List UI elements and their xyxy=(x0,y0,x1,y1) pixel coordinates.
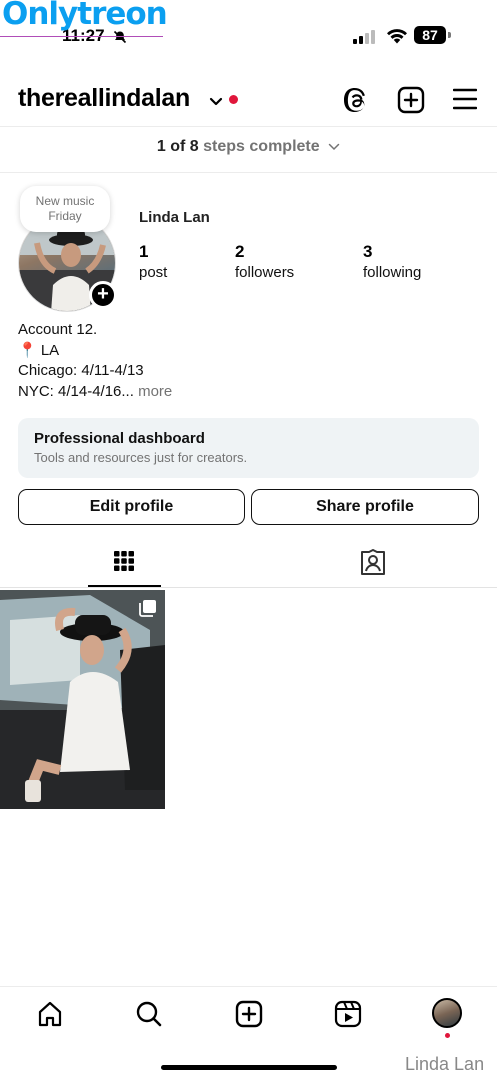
profile-header: thereallindalan xyxy=(0,80,497,120)
note-line-1: New music xyxy=(35,194,95,208)
watermark-text: Onlytreon xyxy=(2,0,168,32)
steps-divider xyxy=(0,172,497,173)
posts-count: 1 xyxy=(139,242,149,261)
bio-more-link[interactable]: more xyxy=(138,383,172,400)
battery-level: 87 xyxy=(414,26,446,44)
note-line-2: Friday xyxy=(48,209,82,223)
username-switcher[interactable]: thereallindalan xyxy=(18,84,190,113)
edit-profile-button[interactable]: Edit profile xyxy=(18,489,245,525)
wifi-icon xyxy=(386,27,408,49)
dashboard-title: Professional dashboard xyxy=(34,430,205,447)
notification-dot xyxy=(229,95,238,104)
professional-dashboard[interactable]: Professional dashboard Tools and resourc… xyxy=(18,418,479,478)
following-label: following xyxy=(363,264,422,281)
reels-icon[interactable] xyxy=(334,1000,362,1033)
bottom-navigation: Linda Lan xyxy=(0,986,497,1080)
search-icon[interactable] xyxy=(135,1000,163,1033)
steps-progress[interactable]: 1 of 8 steps complete xyxy=(0,138,497,156)
following-stat[interactable]: 3 following xyxy=(363,242,421,281)
bio-line-last: NYC: 4/14-4/16... more xyxy=(18,382,172,403)
post-thumbnail[interactable] xyxy=(0,590,165,809)
bio-line: 📍 LA xyxy=(18,341,60,359)
bio: Account 12. 📍 LA Chicago: 4/11-4/13 NYC:… xyxy=(18,320,172,402)
following-count: 3 xyxy=(363,242,373,261)
tabs-divider xyxy=(0,587,497,588)
posts-stat[interactable]: 1 post xyxy=(139,242,167,281)
profile-notification-dot xyxy=(445,1033,450,1038)
home-icon[interactable] xyxy=(36,1000,64,1033)
followers-stat[interactable]: 2 followers xyxy=(235,242,294,281)
signature-watermark: Linda Lan xyxy=(405,1054,485,1074)
bio-line: Chicago: 4/11-4/13 xyxy=(18,362,144,379)
share-profile-button[interactable]: Share profile xyxy=(251,489,479,525)
followers-count: 2 xyxy=(235,242,245,261)
watermark-underline xyxy=(0,36,163,37)
steps-count: 1 of 8 xyxy=(156,138,199,156)
bio-line: Account 12. xyxy=(18,321,98,338)
create-post-icon[interactable] xyxy=(397,86,425,119)
threads-icon[interactable] xyxy=(344,86,370,119)
add-story-button[interactable]: + xyxy=(89,281,117,309)
followers-label: followers xyxy=(235,264,295,281)
note-bubble[interactable]: New music Friday xyxy=(20,186,110,232)
dashboard-subtitle: Tools and resources just for creators. xyxy=(34,450,248,465)
hamburger-menu-icon[interactable] xyxy=(452,88,478,115)
watermark: Onlytreon xyxy=(0,0,168,38)
chevron-down-icon[interactable] xyxy=(209,94,223,112)
cellular-signal-icon xyxy=(353,30,377,49)
chevron-down-icon xyxy=(328,138,340,156)
profile-avatar-tab[interactable] xyxy=(432,998,462,1028)
steps-label: steps complete xyxy=(203,138,320,156)
tagged-icon[interactable] xyxy=(359,548,387,581)
battery-tip xyxy=(448,32,451,38)
grid-icon[interactable] xyxy=(112,548,136,579)
multiple-photos-icon xyxy=(139,599,157,622)
bio-line: NYC: 4/14-4/16... xyxy=(18,382,134,400)
bottom-divider xyxy=(0,986,497,987)
posts-label: post xyxy=(139,264,168,281)
header-divider xyxy=(0,126,497,127)
create-icon[interactable] xyxy=(235,1000,263,1033)
home-indicator[interactable] xyxy=(161,1065,337,1070)
display-name: Linda Lan xyxy=(139,209,210,226)
